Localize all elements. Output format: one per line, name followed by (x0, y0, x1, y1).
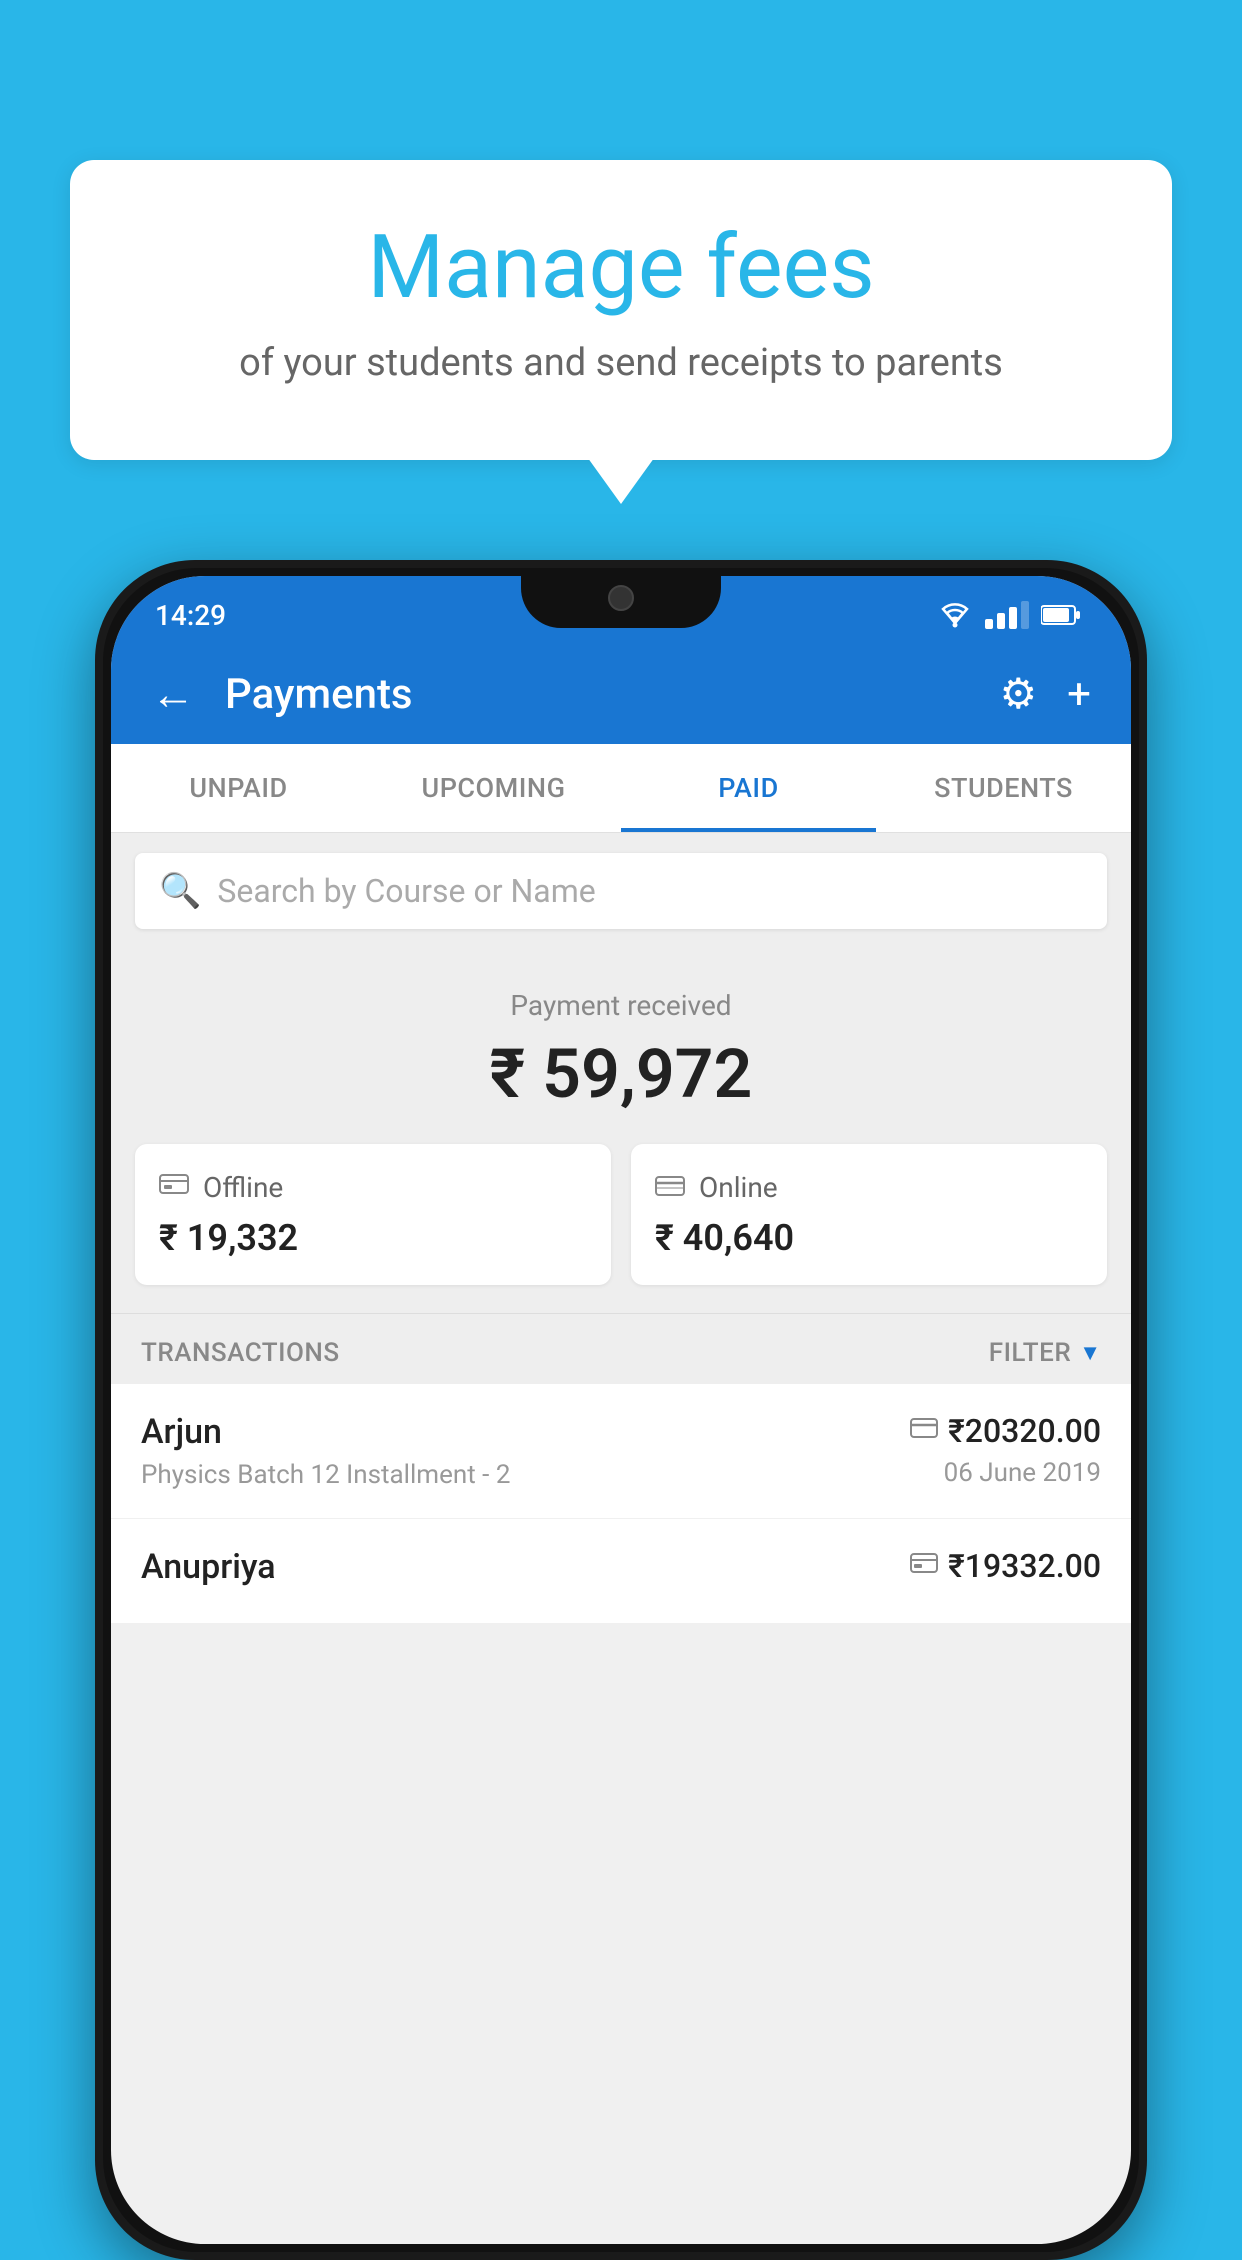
status-time: 14:29 (155, 599, 226, 632)
transaction-name: Anupriya (141, 1547, 276, 1587)
phone-inner: 14:29 (103, 568, 1139, 2252)
tabs-bar: UNPAID UPCOMING PAID STUDENTS (111, 744, 1131, 833)
online-label: Online (699, 1171, 778, 1204)
transaction-left: Arjun Physics Batch 12 Installment - 2 (141, 1412, 510, 1490)
bubble-subtitle: of your students and send receipts to pa… (150, 337, 1092, 390)
phone-notch (521, 568, 721, 628)
transaction-detail: Physics Batch 12 Installment - 2 (141, 1460, 510, 1490)
battery-icon (1041, 604, 1081, 626)
transactions-list: Arjun Physics Batch 12 Installment - 2 (111, 1384, 1131, 1624)
tab-upcoming[interactable]: UPCOMING (366, 744, 621, 832)
signal-icon (985, 601, 1029, 629)
table-row[interactable]: Anupriya ₹19332.00 (111, 1519, 1131, 1624)
online-card: Online ₹ 40,640 (631, 1144, 1107, 1285)
transaction-amount: ₹19332.00 (948, 1547, 1101, 1585)
payment-total-amount: ₹ 59,972 (135, 1034, 1107, 1114)
filter-section[interactable]: FILTER ▼ (989, 1338, 1101, 1368)
offline-payment-icon (910, 1551, 938, 1581)
filter-label: FILTER (989, 1338, 1071, 1368)
settings-icon[interactable]: ⚙ (1000, 669, 1038, 719)
add-icon[interactable]: + (1067, 670, 1091, 719)
transaction-amount-row: ₹20320.00 (910, 1412, 1101, 1450)
tab-students[interactable]: STUDENTS (876, 744, 1131, 832)
payment-summary: Payment received ₹ 59,972 (111, 949, 1131, 1144)
transactions-header: TRANSACTIONS FILTER ▼ (111, 1313, 1131, 1384)
offline-card-header: Offline (159, 1170, 587, 1205)
speech-bubble: Manage fees of your students and send re… (70, 160, 1172, 460)
back-arrow-icon[interactable]: ← (151, 672, 195, 716)
phone-screen: 14:29 (111, 576, 1131, 2244)
transaction-date: 06 June 2019 (944, 1458, 1101, 1488)
wifi-icon (937, 601, 973, 629)
app-bar-actions: ⚙ + (1000, 669, 1092, 719)
search-placeholder: Search by Course or Name (217, 872, 595, 910)
app-bar: ← Payments ⚙ + (111, 644, 1131, 744)
online-icon (655, 1170, 685, 1205)
transaction-right: ₹20320.00 06 June 2019 (910, 1412, 1101, 1488)
online-payment-icon (910, 1416, 938, 1446)
bubble-title: Manage fees (150, 220, 1092, 317)
filter-icon: ▼ (1079, 1340, 1101, 1366)
transactions-label: TRANSACTIONS (141, 1338, 340, 1368)
table-row[interactable]: Arjun Physics Batch 12 Installment - 2 (111, 1384, 1131, 1519)
search-section: 🔍 Search by Course or Name (111, 833, 1131, 949)
tab-paid[interactable]: PAID (621, 744, 876, 832)
search-icon: 🔍 (159, 871, 201, 911)
payment-received-label: Payment received (135, 989, 1107, 1022)
status-icons (937, 601, 1081, 629)
transaction-amount-row: ₹19332.00 (910, 1547, 1101, 1585)
online-amount: ₹ 40,640 (655, 1217, 1083, 1259)
transaction-name: Arjun (141, 1412, 510, 1452)
search-bar[interactable]: 🔍 Search by Course or Name (135, 853, 1107, 929)
payment-cards: Offline ₹ 19,332 Online (111, 1144, 1131, 1313)
app-bar-title: Payments (225, 670, 970, 719)
camera (608, 585, 634, 611)
offline-amount: ₹ 19,332 (159, 1217, 587, 1259)
offline-label: Offline (203, 1171, 283, 1204)
transaction-left: Anupriya (141, 1547, 276, 1595)
phone-frame: 14:29 (95, 560, 1147, 2260)
transaction-amount: ₹20320.00 (948, 1412, 1101, 1450)
transaction-right: ₹19332.00 (910, 1547, 1101, 1585)
tab-unpaid[interactable]: UNPAID (111, 744, 366, 832)
offline-icon (159, 1170, 189, 1205)
online-card-header: Online (655, 1170, 1083, 1205)
offline-card: Offline ₹ 19,332 (135, 1144, 611, 1285)
speech-bubble-section: Manage fees of your students and send re… (70, 160, 1172, 460)
